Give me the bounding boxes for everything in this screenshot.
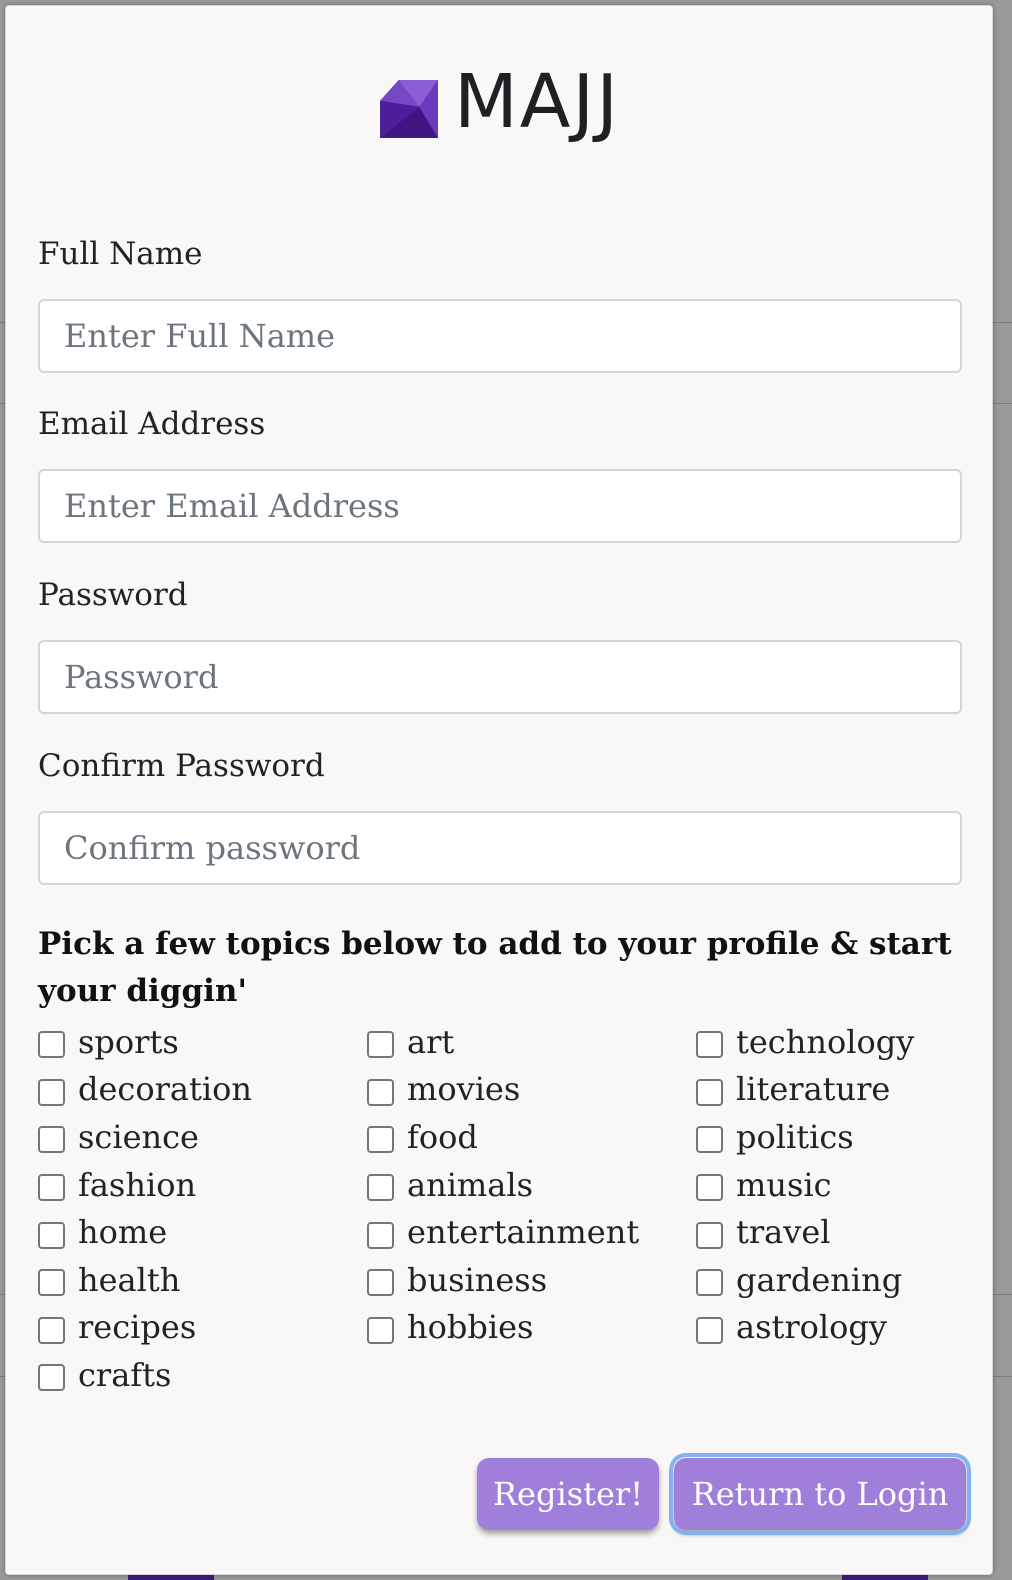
topic-label: art <box>407 1022 455 1061</box>
topic-checkbox[interactable] <box>696 1078 723 1106</box>
register-modal: MAJJ Full Name Email Address Password Co… <box>5 5 993 1575</box>
brand-name: MAJJ <box>453 59 621 145</box>
full-name-input[interactable] <box>38 299 962 373</box>
topic-option-food[interactable]: food <box>367 1113 696 1161</box>
topic-option-astrology[interactable]: astrology <box>696 1304 968 1352</box>
topic-label: crafts <box>78 1355 172 1394</box>
topic-label: animals <box>407 1165 533 1204</box>
topic-checkbox[interactable] <box>696 1126 723 1154</box>
topic-option-fashion[interactable]: fashion <box>38 1161 367 1209</box>
brand-logo: MAJJ <box>6 64 992 140</box>
topic-label: science <box>78 1117 199 1156</box>
topic-option-art[interactable]: art <box>367 1018 696 1066</box>
topic-option-politics[interactable]: politics <box>696 1113 968 1161</box>
topic-option-hobbies[interactable]: hobbies <box>367 1304 696 1352</box>
topic-option-sports[interactable]: sports <box>38 1018 367 1066</box>
topic-option-animals[interactable]: animals <box>367 1161 696 1209</box>
topic-checkbox[interactable] <box>38 1126 65 1154</box>
topic-checkbox[interactable] <box>38 1364 65 1392</box>
email-label: Email Address <box>38 406 266 442</box>
topic-checkbox[interactable] <box>367 1031 394 1059</box>
return-to-login-button[interactable]: Return to Login <box>669 1453 971 1535</box>
topic-option-music[interactable]: music <box>696 1161 968 1209</box>
topic-checkbox[interactable] <box>696 1269 723 1297</box>
topic-option-crafts[interactable]: crafts <box>38 1351 367 1399</box>
topic-label: home <box>78 1213 168 1252</box>
topic-option-literature[interactable]: literature <box>696 1066 968 1114</box>
topic-option-entertainment[interactable]: entertainment <box>367 1208 696 1256</box>
topic-option-gardening[interactable]: gardening <box>696 1256 968 1304</box>
topic-checkbox[interactable] <box>38 1174 65 1202</box>
topic-checkbox[interactable] <box>367 1221 394 1249</box>
topic-checkbox[interactable] <box>38 1078 65 1106</box>
confirm-password-label: Confirm Password <box>38 748 325 784</box>
topic-label: astrology <box>736 1308 887 1347</box>
topic-option-health[interactable]: health <box>38 1256 367 1304</box>
topic-checkbox[interactable] <box>367 1269 394 1297</box>
gem-icon <box>380 80 438 138</box>
topic-checkbox[interactable] <box>367 1126 394 1154</box>
topic-option-home[interactable]: home <box>38 1208 367 1256</box>
topic-checkbox[interactable] <box>367 1078 394 1106</box>
topic-label: recipes <box>78 1308 197 1347</box>
topic-option-recipes[interactable]: recipes <box>38 1304 367 1352</box>
topic-label: health <box>78 1260 181 1299</box>
topic-option-technology[interactable]: technology <box>696 1018 968 1066</box>
topic-checkbox[interactable] <box>38 1269 65 1297</box>
topic-checkbox[interactable] <box>367 1174 394 1202</box>
topic-option-business[interactable]: business <box>367 1256 696 1304</box>
topic-label: fashion <box>78 1165 197 1204</box>
topic-option-movies[interactable]: movies <box>367 1066 696 1114</box>
topic-label: entertainment <box>407 1213 640 1252</box>
password-label: Password <box>38 577 188 613</box>
topic-label: sports <box>78 1022 179 1061</box>
topic-option-science[interactable]: science <box>38 1113 367 1161</box>
topic-label: music <box>736 1165 832 1204</box>
topic-option-decoration[interactable]: decoration <box>38 1066 367 1114</box>
topics-heading: Pick a few topics below to add to your p… <box>38 926 952 1009</box>
topic-checkbox[interactable] <box>367 1316 394 1344</box>
topic-checkbox[interactable] <box>38 1316 65 1344</box>
password-input[interactable] <box>38 640 962 714</box>
topic-label: food <box>407 1117 478 1156</box>
topic-checkbox[interactable] <box>696 1031 723 1059</box>
topic-checkbox[interactable] <box>696 1221 723 1249</box>
topic-label: travel <box>736 1213 831 1252</box>
topics-checklist: sports art technology decoration movies liter… <box>38 1018 968 1399</box>
topic-checkbox[interactable] <box>38 1031 65 1059</box>
topic-label: literature <box>736 1070 891 1109</box>
topic-label: gardening <box>736 1260 903 1299</box>
topic-label: politics <box>736 1117 854 1156</box>
topic-option-travel[interactable]: travel <box>696 1208 968 1256</box>
topic-label: movies <box>407 1070 521 1109</box>
topic-checkbox[interactable] <box>696 1174 723 1202</box>
topic-label: technology <box>736 1022 915 1061</box>
topic-label: hobbies <box>407 1308 534 1347</box>
topic-checkbox[interactable] <box>38 1221 65 1249</box>
topic-checkbox[interactable] <box>696 1316 723 1344</box>
register-button[interactable]: Register! <box>477 1458 659 1530</box>
full-name-label: Full Name <box>38 236 203 272</box>
confirm-password-input[interactable] <box>38 811 962 885</box>
topic-label: business <box>407 1260 548 1299</box>
topic-label: decoration <box>78 1070 252 1109</box>
email-input[interactable] <box>38 469 962 543</box>
